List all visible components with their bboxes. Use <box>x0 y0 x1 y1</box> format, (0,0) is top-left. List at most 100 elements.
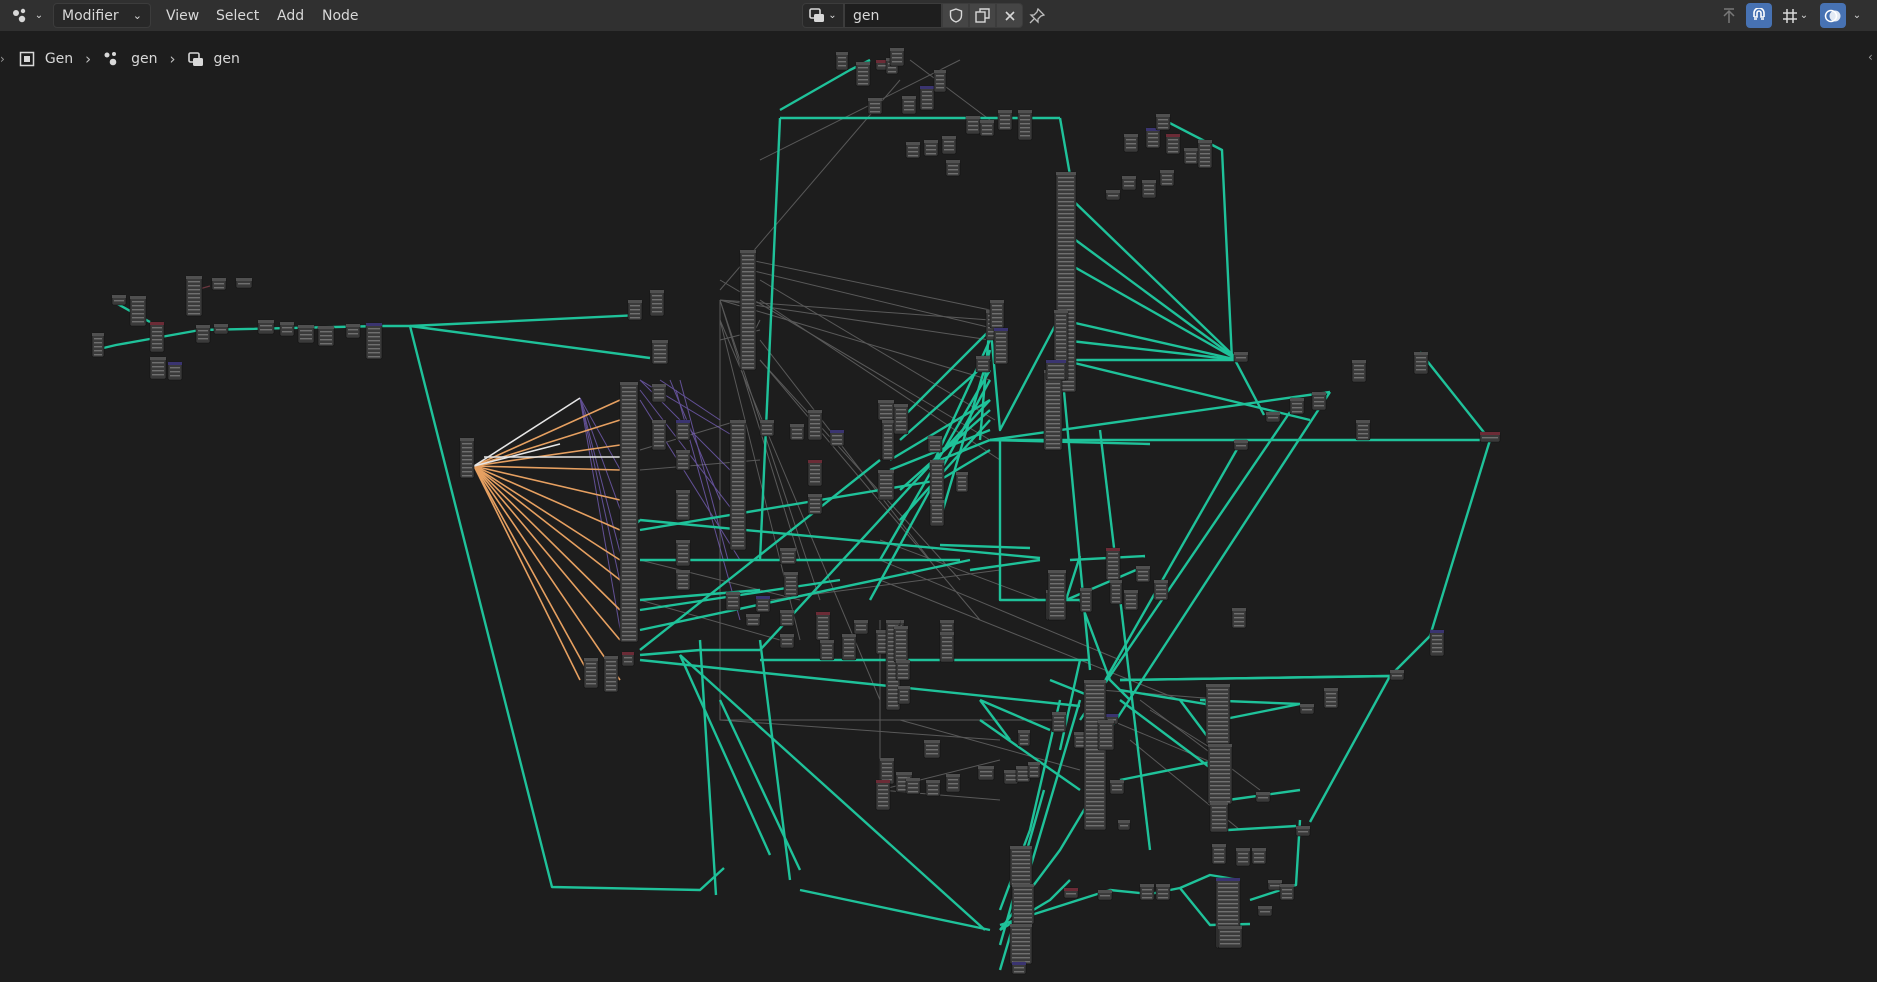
node[interactable] <box>651 419 667 451</box>
node[interactable] <box>867 97 883 115</box>
node[interactable] <box>1009 845 1033 887</box>
node[interactable] <box>649 289 665 317</box>
node[interactable] <box>1255 791 1271 803</box>
node[interactable] <box>1257 905 1273 917</box>
node[interactable] <box>1159 169 1175 187</box>
node[interactable] <box>835 51 849 71</box>
node[interactable] <box>1139 883 1155 901</box>
node[interactable] <box>1429 629 1445 657</box>
node[interactable] <box>1145 127 1161 149</box>
node[interactable] <box>1051 711 1067 733</box>
parent-node-tree-button[interactable] <box>1716 3 1742 28</box>
node[interactable] <box>1109 779 1125 795</box>
node[interactable] <box>167 361 183 381</box>
node[interactable] <box>841 633 857 661</box>
node[interactable] <box>675 539 691 567</box>
node[interactable] <box>1141 179 1157 199</box>
node[interactable] <box>1299 703 1315 715</box>
node[interactable] <box>279 321 295 337</box>
node[interactable] <box>149 356 167 380</box>
node[interactable] <box>1097 719 1115 751</box>
node[interactable] <box>1155 113 1171 131</box>
node[interactable] <box>1265 411 1281 423</box>
node[interactable] <box>1209 801 1229 833</box>
node[interactable] <box>989 299 1005 329</box>
node[interactable] <box>979 119 995 137</box>
node[interactable] <box>877 469 895 501</box>
node-tree-name-field[interactable]: gen <box>844 3 942 28</box>
node[interactable] <box>1045 359 1067 381</box>
node[interactable] <box>1027 761 1041 779</box>
node[interactable] <box>1123 589 1139 611</box>
node[interactable] <box>929 499 945 527</box>
node[interactable] <box>905 777 921 795</box>
node[interactable] <box>675 489 691 521</box>
node[interactable] <box>1009 923 1033 965</box>
fake-user-button[interactable] <box>942 3 969 28</box>
node[interactable] <box>819 639 835 661</box>
node[interactable] <box>905 141 921 159</box>
menu-add[interactable]: Add <box>268 3 313 28</box>
node[interactable] <box>779 633 795 649</box>
node[interactable] <box>1479 431 1501 443</box>
node[interactable] <box>91 332 105 358</box>
node[interactable] <box>853 619 869 635</box>
node[interactable] <box>779 547 797 565</box>
node[interactable] <box>1295 825 1311 837</box>
node[interactable] <box>807 493 823 515</box>
node[interactable] <box>1165 133 1181 155</box>
node[interactable] <box>829 429 845 447</box>
node[interactable] <box>345 323 361 339</box>
node[interactable] <box>919 85 935 111</box>
node[interactable] <box>923 139 939 157</box>
node[interactable] <box>1097 889 1113 901</box>
node[interactable] <box>365 322 383 360</box>
node[interactable] <box>975 355 991 373</box>
node[interactable] <box>933 69 947 93</box>
node[interactable] <box>1205 683 1231 745</box>
node[interactable] <box>1123 133 1139 153</box>
node[interactable] <box>895 659 911 681</box>
node[interactable] <box>807 409 823 441</box>
node[interactable] <box>789 423 805 441</box>
node[interactable] <box>1233 351 1249 363</box>
node[interactable] <box>297 324 315 344</box>
node[interactable] <box>235 277 253 289</box>
node[interactable] <box>1231 607 1247 629</box>
node[interactable] <box>1155 883 1171 901</box>
node[interactable] <box>1251 847 1267 865</box>
node[interactable] <box>621 651 635 667</box>
node[interactable] <box>111 294 127 306</box>
node[interactable] <box>993 327 1009 365</box>
node[interactable] <box>855 61 871 87</box>
node[interactable] <box>129 295 147 327</box>
node[interactable] <box>923 739 941 759</box>
node[interactable] <box>893 625 909 663</box>
breadcrumb-item-object[interactable]: Gen <box>19 51 73 67</box>
node[interactable] <box>195 324 211 344</box>
node[interactable] <box>977 765 995 781</box>
node[interactable] <box>675 569 691 591</box>
node[interactable] <box>939 631 955 663</box>
node[interactable] <box>955 471 969 493</box>
node[interactable] <box>1063 887 1079 899</box>
node[interactable] <box>1233 439 1249 451</box>
node[interactable] <box>651 339 669 365</box>
node[interactable] <box>651 383 667 403</box>
node[interactable] <box>997 109 1013 131</box>
node[interactable] <box>1211 843 1227 865</box>
node[interactable] <box>1183 147 1199 165</box>
node[interactable] <box>889 47 905 67</box>
duplicate-tree-button[interactable] <box>969 3 996 28</box>
node[interactable] <box>257 319 275 335</box>
node[interactable] <box>755 595 771 613</box>
overlays-dropdown[interactable]: ⌄ <box>1846 3 1868 28</box>
node[interactable] <box>1011 961 1027 975</box>
node[interactable] <box>897 685 911 705</box>
node[interactable] <box>459 437 475 479</box>
pin-button[interactable] <box>1024 3 1050 28</box>
node-canvas[interactable] <box>0 0 1877 982</box>
node[interactable] <box>1105 547 1121 581</box>
node[interactable] <box>875 779 891 811</box>
overlays-toggle[interactable] <box>1820 3 1846 28</box>
